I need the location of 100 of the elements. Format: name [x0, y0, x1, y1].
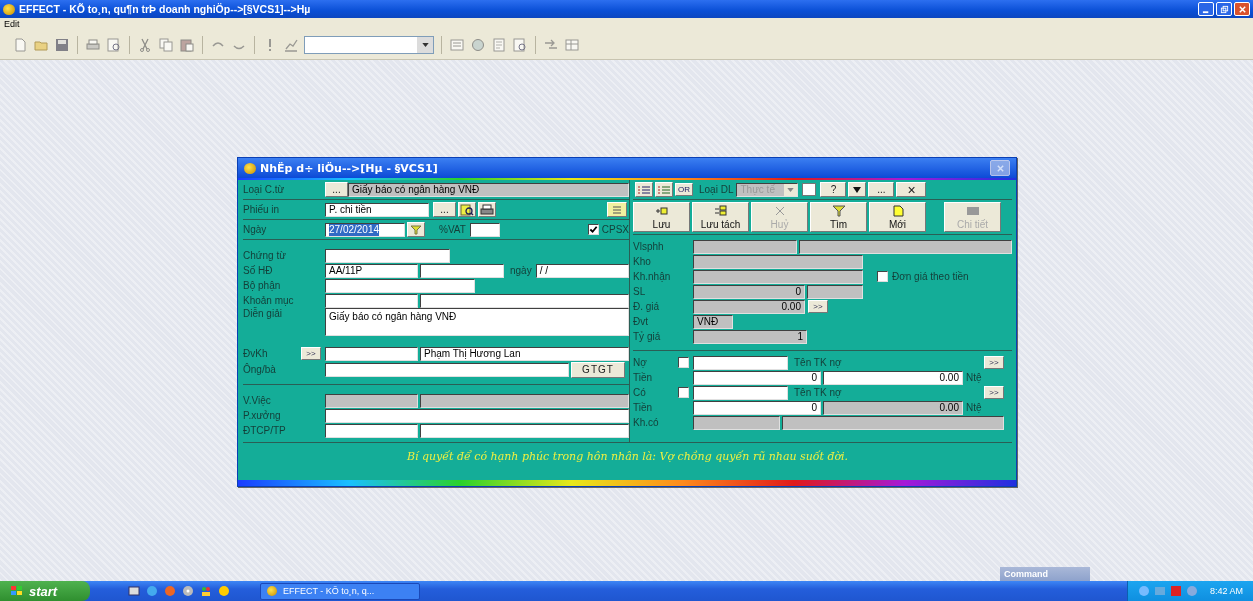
- toolbar-button[interactable]: Lưu tách: [692, 202, 749, 232]
- checkbox[interactable]: [877, 271, 888, 282]
- text-field[interactable]: P. chi tiền: [325, 202, 429, 217]
- text-field[interactable]: 0.00: [823, 370, 963, 385]
- funnel-icon[interactable]: [831, 204, 846, 217]
- text-field[interactable]: [325, 293, 418, 308]
- text-field[interactable]: [325, 248, 450, 263]
- more-button[interactable]: >>: [984, 386, 1004, 399]
- checkbox[interactable]: [678, 357, 689, 368]
- text-field[interactable]: Phạm Thị Hương Lan: [420, 346, 629, 361]
- field-label: Kho: [633, 256, 652, 267]
- text-field[interactable]: 27/02/2014: [325, 222, 405, 237]
- split-save-icon[interactable]: [713, 204, 728, 217]
- app-icon: [3, 3, 15, 15]
- toolbar-button[interactable]: Lưu: [633, 202, 690, 232]
- gtgt-button[interactable]: GTGT: [571, 361, 625, 378]
- scissors-icon[interactable]: [137, 36, 153, 53]
- text-field[interactable]: [325, 362, 569, 377]
- toolbar-button[interactable]: Mới: [869, 202, 926, 232]
- color-swatch[interactable]: [802, 183, 817, 196]
- more-button[interactable]: ...: [868, 182, 895, 197]
- text-field[interactable]: [693, 355, 788, 370]
- app-icon: [267, 586, 277, 596]
- browse-button[interactable]: ...: [325, 182, 348, 197]
- desktop-icon[interactable]: [128, 585, 140, 597]
- new-page-icon[interactable]: [890, 204, 905, 217]
- field-label: Ngày: [243, 224, 268, 235]
- list-icon[interactable]: [655, 182, 673, 197]
- text-field[interactable]: Giấy báo có ngân hàng VNĐ: [325, 308, 629, 336]
- window-title: EFFECT - KÕ to¸n, qu¶n trÞ doanh nghiÖp-->[§VCS1]-->Hµ: [19, 3, 311, 15]
- checkbox-label: CPSX: [601, 224, 629, 235]
- text-field[interactable]: [420, 263, 504, 278]
- checkbox-label: Đơn giá theo tiền: [892, 271, 969, 282]
- close-button[interactable]: ×: [896, 182, 927, 197]
- field-label: SL: [633, 286, 647, 297]
- disc-icon[interactable]: [182, 585, 194, 597]
- text-field[interactable]: 0: [693, 400, 821, 415]
- field-label: Ông/bà: [243, 364, 277, 375]
- printer-icon[interactable]: [478, 202, 496, 217]
- text-field[interactable]: 0: [693, 370, 821, 385]
- more-button[interactable]: >>: [808, 300, 828, 313]
- field-label: Loại DL: [699, 184, 734, 195]
- field-label: Đvt: [633, 316, 649, 327]
- text-field[interactable]: AA/11P: [325, 263, 418, 278]
- field-label: Chứng từ: [243, 250, 287, 261]
- dialog-title: NhËp d÷ liÖu-->[Hµ - §VCS1]: [260, 161, 438, 175]
- field-label: Kh.nhận: [633, 271, 672, 282]
- unit-label: Ntệ: [966, 372, 982, 383]
- field-label: Tiền: [633, 402, 654, 413]
- field-label: Đ. giá: [633, 301, 661, 312]
- menu-icon[interactable]: [607, 202, 627, 217]
- menu-item[interactable]: Edit: [4, 19, 20, 29]
- text-field[interactable]: [325, 408, 629, 423]
- app-icon: [244, 162, 256, 174]
- text-field[interactable]: [693, 385, 788, 400]
- field-label: ĐvKh: [243, 348, 268, 359]
- field-label: Diễn giải: [243, 308, 283, 319]
- field-label: Loại C.từ: [243, 184, 286, 195]
- field-label: Số HĐ: [243, 265, 274, 276]
- dropdown-field[interactable]: [304, 35, 434, 54]
- more-button[interactable]: >>: [984, 356, 1004, 369]
- field-label: Tên TK nợ: [794, 357, 842, 368]
- field-label: Tỷ giá: [633, 331, 662, 342]
- checkbox[interactable]: [678, 387, 689, 398]
- save-icon[interactable]: [654, 204, 669, 217]
- field-label: Bộ phận: [243, 280, 282, 291]
- text-field[interactable]: [325, 278, 475, 293]
- toolbar-button[interactable]: Tìm: [810, 202, 867, 232]
- windows-flag-icon[interactable]: [10, 585, 24, 597]
- more-button[interactable]: >>: [301, 347, 321, 360]
- or-button[interactable]: OR: [675, 183, 693, 196]
- field-label: ĐTCP/TP: [243, 425, 287, 436]
- paste-icon[interactable]: [179, 36, 195, 53]
- preview-icon[interactable]: [458, 202, 476, 217]
- text-field[interactable]: / /: [535, 263, 629, 278]
- help-button[interactable]: ?: [820, 182, 847, 197]
- field-label: Vlsphh: [633, 241, 665, 252]
- command-panel: Command: [1000, 567, 1090, 581]
- field-label: Có: [633, 387, 646, 398]
- caret-icon[interactable]: [421, 42, 429, 47]
- field-label: Nợ: [633, 357, 647, 368]
- text-field[interactable]: [325, 423, 418, 438]
- unit-label: Ntệ: [966, 402, 982, 413]
- marquee-text: Bí quyết để có hạnh phúc trong hôn nhân là: Vợ chồng quyến rũ nhau suốt đời.: [405, 449, 850, 463]
- field-label: Tiền: [633, 372, 654, 383]
- field-label: Kh.có: [633, 417, 660, 428]
- checkbox[interactable]: [587, 224, 599, 235]
- field-label: %VAT: [439, 224, 466, 235]
- field-label: Khoản mục: [243, 295, 295, 306]
- taskbar-button[interactable]: EFFECT - KÕ to¸n, q...: [260, 582, 420, 600]
- field-label: P.xưởng: [243, 410, 282, 421]
- text-field[interactable]: [420, 423, 629, 438]
- list-icon[interactable]: [635, 182, 653, 197]
- field-label: V.Việc: [243, 395, 272, 406]
- field-label: Tên TK nợ: [794, 387, 842, 398]
- text-field[interactable]: [325, 346, 418, 361]
- text-field[interactable]: [420, 293, 629, 308]
- text-field[interactable]: [469, 222, 500, 237]
- browse-button[interactable]: ...: [433, 202, 456, 217]
- field-label: Phiếu in: [243, 204, 281, 215]
